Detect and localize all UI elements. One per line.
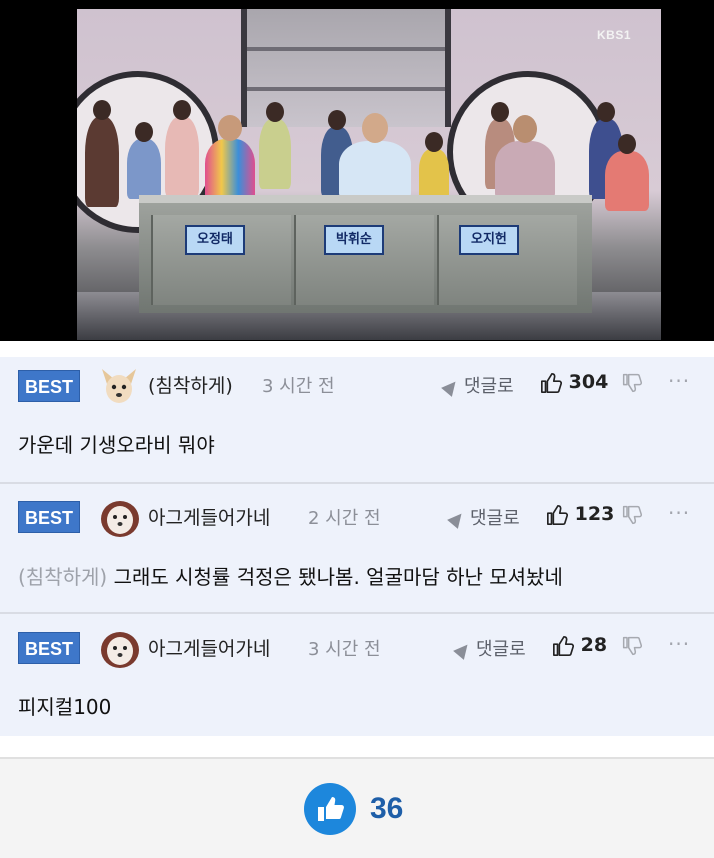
avatar[interactable] <box>98 365 140 407</box>
post-like-bar: 36 <box>0 757 714 858</box>
comment-text: 가운데 기생오라비 뭐야 <box>18 433 215 457</box>
nameplate-right: 오지헌 <box>459 225 519 255</box>
avatar[interactable] <box>98 627 140 669</box>
comment-3: BEST 아그게들어가네 3 시간 전 댓글로 28 ··· 피지컬100 <box>0 614 714 736</box>
more-menu-button[interactable]: ··· <box>668 369 690 393</box>
thumbs-down-icon <box>622 373 643 393</box>
dislike-button[interactable] <box>622 373 643 397</box>
comment-time: 2 시간 전 <box>308 508 381 529</box>
thumbs-down-icon <box>622 636 643 656</box>
chihuahua-avatar-icon <box>102 369 136 403</box>
like-button[interactable]: 123 <box>546 503 614 526</box>
audience-member <box>419 132 449 199</box>
reply-arrow-icon <box>447 509 467 529</box>
comment-time: 3 시간 전 <box>262 376 335 397</box>
reply-label: 댓글로 <box>476 639 526 660</box>
like-count: 123 <box>574 503 615 525</box>
more-menu-button[interactable]: ··· <box>668 501 690 525</box>
avatar[interactable] <box>98 496 140 538</box>
channel-logo: KBS1 <box>596 28 631 42</box>
like-button[interactable]: 304 <box>540 371 608 394</box>
reply-label: 댓글로 <box>464 376 514 397</box>
dislike-button[interactable] <box>622 505 643 529</box>
like-count: 28 <box>580 634 608 656</box>
reply-label: 댓글로 <box>470 508 520 529</box>
audience-member <box>259 102 291 189</box>
thumbs-down-icon <box>622 505 643 525</box>
like-button[interactable]: 28 <box>552 634 607 657</box>
reply-arrow-icon <box>453 640 473 660</box>
thumbs-up-icon <box>547 504 568 525</box>
thumbs-up-icon <box>318 797 344 821</box>
author-name[interactable]: 아그게들어가네 <box>148 634 270 661</box>
author-name[interactable]: 아그게들어가네 <box>148 503 270 530</box>
reply-arrow-icon <box>441 377 461 397</box>
more-menu-button[interactable]: ··· <box>668 632 690 656</box>
comment-time: 3 시간 전 <box>308 639 381 660</box>
best-badge: BEST <box>18 632 80 664</box>
author-name[interactable]: (침착하게) <box>148 371 233 398</box>
audience-member <box>127 122 161 199</box>
comment-text: (침착하게) 그래도 시청률 걱정은 됐나봄. 얼굴마담 하난 모셔놨네 <box>18 561 563 590</box>
audience-member <box>165 100 199 197</box>
comment-2: BEST 아그게들어가네 2 시간 전 댓글로 123 ··· (침착하게) 그… <box>0 484 714 612</box>
post-like-button[interactable] <box>304 783 356 835</box>
thumbs-up-icon <box>541 372 562 393</box>
dislike-button[interactable] <box>622 636 643 660</box>
reply-button[interactable]: 댓글로 <box>441 372 514 398</box>
thumbs-up-icon <box>553 635 574 656</box>
audience-member <box>85 100 119 207</box>
panel-desk: 오정태 박휘순 오지헌 <box>139 195 592 313</box>
reply-button[interactable]: 댓글로 <box>453 635 526 661</box>
panelist-center <box>339 113 411 199</box>
nameplate-center: 박휘순 <box>324 225 384 255</box>
comment-1: BEST (침착하게) 3 시간 전 댓글로 304 ··· 가운데 기생오라비… <box>0 357 714 482</box>
mention[interactable]: (침착하게) <box>18 565 107 589</box>
puppy-avatar-icon <box>101 501 139 537</box>
video-screenshot: KBS1 오정태 박휘순 오지헌 <box>0 0 714 341</box>
comment-text: 피지컬100 <box>18 695 112 719</box>
reply-button[interactable]: 댓글로 <box>447 504 520 530</box>
comment-text-body: 그래도 시청률 걱정은 됐나봄. 얼굴마담 하난 모셔놨네 <box>113 565 563 589</box>
best-badge: BEST <box>18 370 80 402</box>
panelist-left <box>205 115 255 201</box>
nameplate-left: 오정태 <box>185 225 245 255</box>
panelist-right <box>495 115 555 199</box>
tv-studio-scene: KBS1 오정태 박휘순 오지헌 <box>77 9 661 340</box>
best-badge: BEST <box>18 501 80 533</box>
post-like-count: 36 <box>370 792 404 825</box>
audience-member <box>605 134 649 211</box>
puppy-avatar-icon <box>101 632 139 668</box>
like-count: 304 <box>568 371 609 393</box>
